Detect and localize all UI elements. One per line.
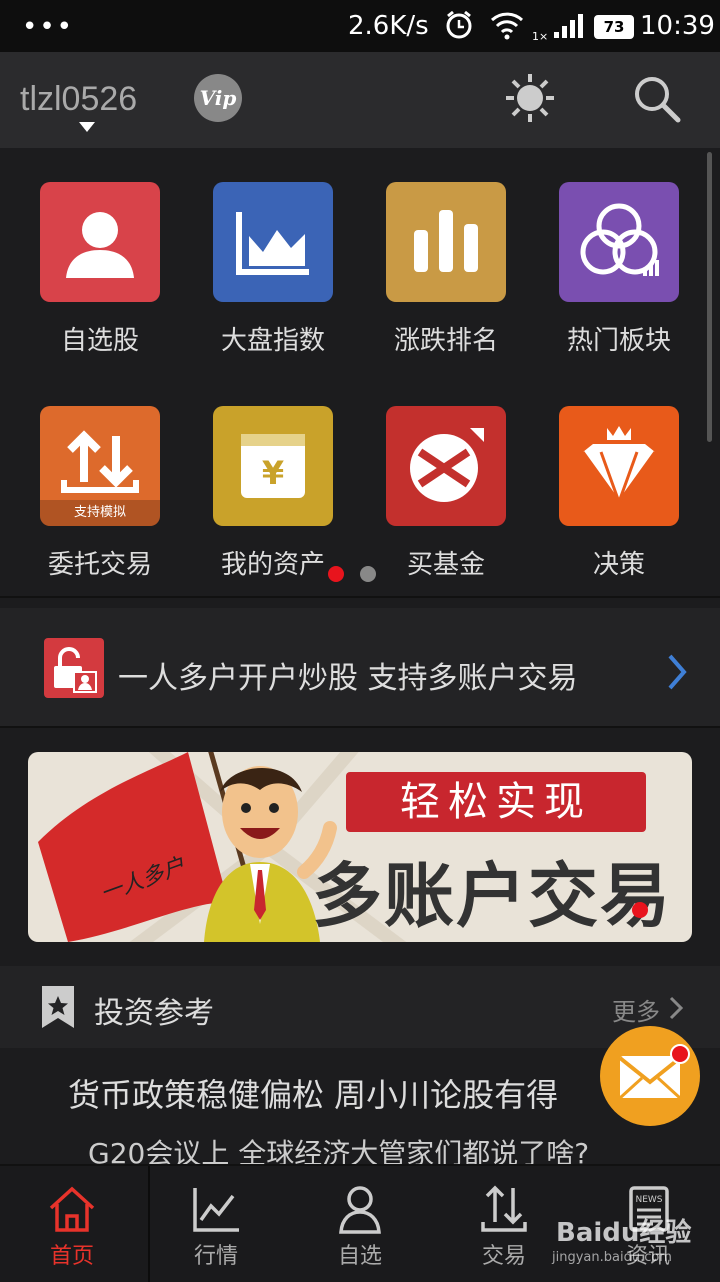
tab-label: 行情 <box>193 1244 238 1269</box>
grid-item-label: 决策 <box>592 550 645 580</box>
user-icon <box>339 1186 381 1234</box>
svg-text:1×: 1× <box>532 30 548 42</box>
chevron-down-icon[interactable] <box>79 122 95 132</box>
chevron-right-icon[interactable] <box>664 652 690 692</box>
page-indicator[interactable] <box>360 566 376 582</box>
area-chart-icon <box>213 182 333 302</box>
chevron-right-icon[interactable] <box>668 996 684 1020</box>
grid-item-label: 大盘指数 <box>220 326 325 356</box>
grid-item-market-index[interactable]: 大盘指数 <box>193 182 353 357</box>
circles-icon <box>559 182 679 302</box>
tab-home[interactable]: 首页 <box>0 1166 144 1282</box>
grid-item-hot-sectors[interactable]: 热门板块 <box>539 182 699 357</box>
grid-item-trade[interactable]: 支持模拟 委托交易 <box>20 406 180 581</box>
home-icon <box>49 1186 95 1232</box>
alarm-icon <box>446 10 472 39</box>
tab-watchlist[interactable]: 自选 <box>288 1166 432 1282</box>
scrollbar[interactable] <box>707 152 712 442</box>
banner-ribbon: 轻松实现 <box>346 772 646 832</box>
multi-account-promo[interactable]: 一人多户开户炒股 支持多账户交易 <box>0 608 720 726</box>
clock-time: 10:39 <box>640 11 715 41</box>
top-bar: tlzl0526 Vip <box>0 52 720 148</box>
grid-item-label: 涨跌排名 <box>393 326 498 356</box>
wifi-icon <box>490 12 524 40</box>
grid-item-my-assets[interactable]: ¥ 我的资产 <box>193 406 353 581</box>
promo-text: 一人多户开户炒股 支持多账户交易 <box>118 661 578 696</box>
transfer-icon <box>481 1185 527 1232</box>
more-link[interactable]: 更多 <box>612 992 660 1027</box>
simulation-tag: 支持模拟 <box>40 500 160 526</box>
grid-item-label: 热门板块 <box>566 326 671 356</box>
watermark-url: jingyan.baidu.com <box>552 1250 672 1265</box>
account-name[interactable]: tlzl0526 <box>20 80 137 119</box>
message-button[interactable] <box>600 1026 700 1126</box>
unlock-user-icon <box>44 638 104 698</box>
page-indicator-active[interactable] <box>328 566 344 582</box>
vip-badge[interactable]: Vip <box>194 74 242 122</box>
person-icon <box>40 182 160 302</box>
svg-text:¥: ¥ <box>262 454 284 492</box>
signal-icon: 1× <box>532 14 583 42</box>
news-item[interactable]: 货币政策稳健偏松 周小川论股有得 <box>68 1070 558 1116</box>
trade-arrows-icon: 支持模拟 <box>40 406 160 526</box>
bookmark-star-icon <box>42 986 74 1028</box>
search-icon[interactable] <box>630 72 684 126</box>
grid-item-label: 买基金 <box>406 550 485 580</box>
status-bar: ••• 2.6K/s 1× 73 10:39 <box>0 0 720 52</box>
grid-item-decision[interactable]: 决策 <box>539 406 699 581</box>
fund-icon <box>386 406 506 526</box>
banner-page-indicator <box>632 902 648 918</box>
promo-banner[interactable]: 一人多户 轻松实现 多账户交易 <box>28 752 692 942</box>
yen-wallet-icon: ¥ <box>213 406 333 526</box>
function-grid: 自选股 大盘指数 涨跌排名 热门板块 支持模拟 委托交易 ¥ 我的资产 买基金 … <box>0 148 720 596</box>
watermark-brand: Baidu经验 <box>556 1218 692 1248</box>
grid-item-watchlist[interactable]: 自选股 <box>20 182 180 357</box>
divider <box>0 726 720 728</box>
grid-item-label: 自选股 <box>60 326 139 356</box>
tab-label: 首页 <box>49 1244 94 1269</box>
grid-item-rankings[interactable]: 涨跌排名 <box>366 182 526 357</box>
diamond-icon <box>559 406 679 526</box>
line-chart-icon <box>193 1188 239 1232</box>
theme-toggle-sun-icon[interactable] <box>504 72 556 124</box>
banner-headline: 多账户交易 <box>312 855 672 937</box>
divider <box>0 596 720 598</box>
tab-label: 自选 <box>337 1244 382 1269</box>
notification-dots: ••• <box>22 12 75 42</box>
svg-text:NEWS: NEWS <box>635 1195 662 1205</box>
mail-icon <box>618 1044 690 1100</box>
grid-item-label: 委托交易 <box>47 550 152 580</box>
bar-chart-icon <box>386 182 506 302</box>
network-speed: 2.6K/s <box>348 11 429 41</box>
section-title: 投资参考 <box>94 996 214 1031</box>
tab-market[interactable]: 行情 <box>144 1166 288 1282</box>
battery-level: 73 <box>594 15 634 39</box>
grid-item-buy-fund[interactable]: 买基金 <box>366 406 526 581</box>
